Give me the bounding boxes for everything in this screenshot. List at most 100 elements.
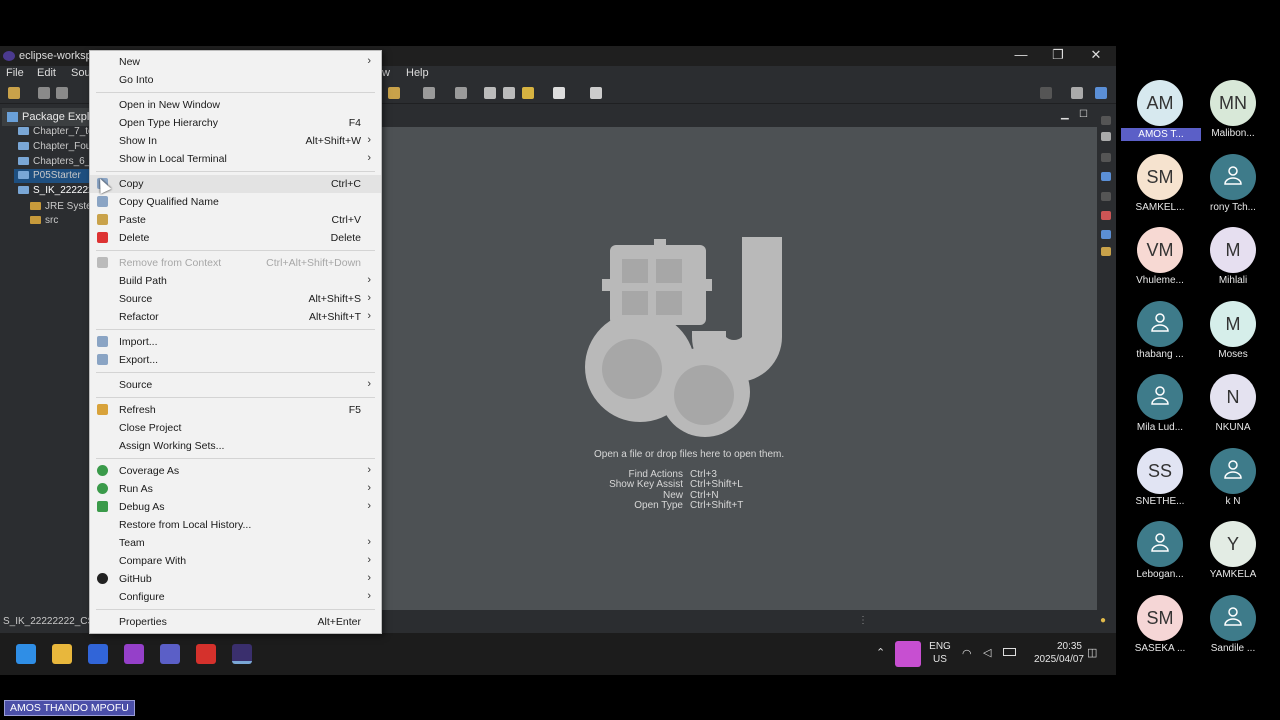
outline-icon[interactable] <box>1101 172 1111 181</box>
copy-qualified-name-icon <box>97 196 108 207</box>
forward-icon[interactable] <box>553 87 565 99</box>
participant-tile[interactable]: Sandile ... <box>1188 594 1278 665</box>
volume-icon[interactable]: ◁ <box>983 646 991 659</box>
tip-icon[interactable]: ● <box>1100 615 1106 626</box>
participant-tile[interactable]: MN Malibon... <box>1188 80 1278 150</box>
tree-item[interactable]: Chapters_6_t <box>18 156 93 167</box>
menu-source[interactable]: Sou <box>71 67 91 79</box>
participant-tile[interactable]: M Moses <box>1188 300 1278 371</box>
menu-window[interactable]: w <box>382 67 390 79</box>
participant-tile[interactable]: M Mihlali <box>1188 227 1278 297</box>
javadoc-icon[interactable] <box>1101 230 1111 239</box>
participant-tile[interactable]: N NKUNA <box>1188 374 1278 444</box>
menu-item-close-project[interactable]: Close Project <box>90 419 381 437</box>
toolbar-tool-icon[interactable] <box>590 87 602 99</box>
prev-annotation-icon[interactable] <box>484 87 496 99</box>
next-annotation-icon[interactable] <box>503 87 515 99</box>
tree-item[interactable]: src <box>30 215 58 226</box>
menu-file[interactable]: File <box>6 67 24 79</box>
menu-item-configure[interactable]: Configure › <box>90 588 381 606</box>
search-icon[interactable] <box>1040 87 1052 99</box>
participant-tile[interactable]: k N <box>1188 447 1278 518</box>
problems-icon[interactable] <box>1101 211 1111 220</box>
menu-separator <box>96 171 375 172</box>
tree-item[interactable]: JRE Syster <box>30 201 95 212</box>
intellij-icon[interactable] <box>88 644 108 664</box>
region-label[interactable]: US <box>928 654 952 665</box>
teams-icon[interactable] <box>160 644 180 664</box>
menu-edit[interactable]: Edit <box>37 67 56 79</box>
maximize-editor-icon[interactable]: ☐ <box>1079 109 1088 120</box>
participant-tile[interactable]: rony Tch... <box>1188 153 1278 224</box>
menu-item-paste[interactable]: Paste Ctrl+V <box>90 211 381 229</box>
declaration-icon[interactable] <box>1101 247 1111 256</box>
acrobat-icon[interactable] <box>196 644 216 664</box>
close-button[interactable]: ✕ <box>1077 47 1115 65</box>
back-icon[interactable] <box>522 87 534 99</box>
participant-tile[interactable]: Y YAMKELA <box>1188 521 1278 591</box>
menu-item-export[interactable]: Export... <box>90 351 381 369</box>
maximize-button[interactable]: ❐ <box>1039 47 1077 65</box>
chevron-up-icon[interactable]: ⌃ <box>876 646 885 659</box>
menu-separator <box>96 609 375 610</box>
java-perspective-icon[interactable] <box>1095 87 1107 99</box>
menu-item-new[interactable]: New › <box>90 53 381 71</box>
battery-icon[interactable] <box>1003 648 1016 656</box>
notification-icon[interactable]: ◫ <box>1087 646 1097 659</box>
toolbar-tool-icon[interactable] <box>423 87 435 99</box>
menu-item-import[interactable]: Import... <box>90 333 381 351</box>
menu-item-source[interactable]: Source › <box>90 376 381 394</box>
menu-item-show-in[interactable]: Show In Alt+Shift+W › <box>90 132 381 150</box>
participant-name: k N <box>1225 495 1241 507</box>
menu-item-compare-with[interactable]: Compare With › <box>90 552 381 570</box>
menu-item-delete[interactable]: Delete Delete <box>90 229 381 247</box>
save-all-icon[interactable] <box>56 87 68 99</box>
menu-item-show-in-local-terminal[interactable]: Show in Local Terminal › <box>90 150 381 168</box>
minimize-button[interactable]: — <box>1002 47 1040 65</box>
menu-help[interactable]: Help <box>406 67 429 79</box>
tree-item-selected[interactable]: S_IK_2222222 <box>18 185 99 196</box>
menu-item-go-into[interactable]: Go Into <box>90 71 381 89</box>
menu-item-open-type-hierarchy[interactable]: Open Type Hierarchy F4 <box>90 114 381 132</box>
toolbar-tool-icon[interactable] <box>455 87 467 99</box>
tree-item[interactable]: Chapter_7_to <box>18 126 94 137</box>
menu-item-team[interactable]: Team › <box>90 534 381 552</box>
editor-area[interactable] <box>382 127 1097 610</box>
menu-item-properties[interactable]: Properties Alt+Enter <box>90 613 381 631</box>
menu-item-copy[interactable]: Copy Ctrl+C <box>90 175 381 193</box>
pen-icon[interactable] <box>388 87 400 99</box>
menu-item-copy-qualified-name[interactable]: Copy Qualified Name <box>90 193 381 211</box>
wifi-icon[interactable]: ◠ <box>962 647 972 660</box>
minimize-editor-icon[interactable]: ▁ <box>1061 109 1069 120</box>
menu-item-run-as[interactable]: Run As › <box>90 480 381 498</box>
open-perspective-icon[interactable] <box>1071 87 1083 99</box>
menu-item-restore-from-local-history[interactable]: Restore from Local History... <box>90 516 381 534</box>
windows-start-icon[interactable] <box>16 644 36 664</box>
save-icon[interactable] <box>38 87 50 99</box>
language-label[interactable]: ENG <box>928 641 952 652</box>
tree-item[interactable]: Chapter_Fou <box>18 141 91 152</box>
goland-icon[interactable] <box>124 644 144 664</box>
menu-item-github[interactable]: GitHub › <box>90 570 381 588</box>
menu-item-open-in-new-window[interactable]: Open in New Window <box>90 96 381 114</box>
menu-item-build-path[interactable]: Build Path › <box>90 272 381 290</box>
new-icon[interactable] <box>8 87 20 99</box>
view-icon[interactable] <box>1101 153 1111 162</box>
menu-item-assign-working-sets[interactable]: Assign Working Sets... <box>90 437 381 455</box>
avatar: Y <box>1210 521 1256 567</box>
menu-item-debug-as[interactable]: Debug As › <box>90 498 381 516</box>
microphone-icon[interactable] <box>895 641 921 667</box>
menu-item-coverage-as[interactable]: Coverage As › <box>90 462 381 480</box>
tree-item[interactable]: P05Starter <box>18 170 81 181</box>
menu-item-refactor[interactable]: Refactor Alt+Shift+T › <box>90 308 381 326</box>
file-explorer-icon[interactable] <box>52 644 72 664</box>
eclipse-taskbar-icon[interactable] <box>232 644 252 664</box>
view-icon[interactable] <box>1101 116 1111 125</box>
clock-date[interactable]: 2025/04/07 <box>1028 654 1084 665</box>
clock-time[interactable]: 20:35 <box>1030 641 1082 652</box>
package-explorer-tab[interactable]: Package Explore <box>2 108 92 126</box>
menu-item-refresh[interactable]: Refresh F5 <box>90 401 381 419</box>
view-icon[interactable] <box>1101 132 1111 141</box>
view-icon[interactable] <box>1101 192 1111 201</box>
menu-item-source[interactable]: Source Alt+Shift+S › <box>90 290 381 308</box>
